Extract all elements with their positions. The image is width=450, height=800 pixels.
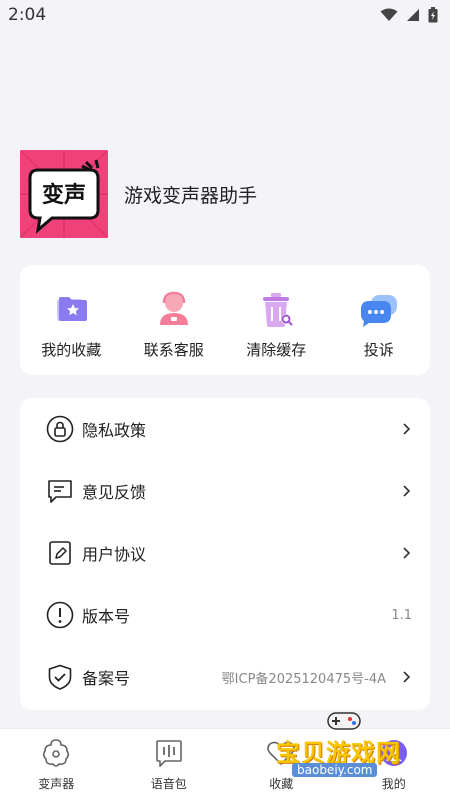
logo-text: 变声	[42, 182, 86, 208]
chevron-right-icon	[403, 423, 411, 435]
tab-voice-changer[interactable]: 变声器	[0, 737, 112, 792]
clear-cache-icon	[263, 293, 293, 327]
voice-pack-icon	[155, 740, 182, 767]
favorites-folder-icon	[57, 297, 88, 321]
menu-item-label: 用户协议	[82, 545, 147, 564]
menu-item-version: 版本号 1.1	[20, 584, 430, 646]
app-profile: 变声 游戏变声器助手	[20, 150, 430, 238]
wifi-icon	[380, 8, 398, 21]
menu-item-privacy-policy[interactable]: 隐私政策	[20, 398, 430, 460]
chevron-right-icon	[403, 485, 411, 497]
agreement-icon	[49, 541, 71, 565]
tab-label: 我的	[381, 777, 406, 791]
menu-item-label: 意见反馈	[82, 483, 147, 502]
status-icons	[380, 7, 438, 23]
tab-mine[interactable]: 我的	[338, 737, 450, 792]
quick-action-label: 投诉	[363, 341, 394, 359]
customer-service-icon	[159, 291, 188, 325]
voice-changer-icon	[43, 739, 70, 767]
menu-item-label: 备案号	[82, 669, 131, 688]
quick-action-label: 清除缓存	[246, 341, 307, 359]
version-value: 1.1	[391, 607, 412, 623]
chevron-right-icon	[403, 547, 411, 559]
tab-label: 收藏	[269, 777, 294, 791]
battery-icon	[428, 7, 438, 23]
shield-check-icon	[48, 664, 72, 690]
signal-icon	[407, 9, 419, 21]
app-logo: 变声	[20, 150, 108, 238]
menu-item-label: 版本号	[82, 607, 131, 626]
app-name: 游戏变声器助手	[124, 184, 258, 207]
info-icon	[46, 601, 74, 629]
menu-item-feedback[interactable]: 意见反馈	[20, 460, 430, 522]
quick-action-label: 我的收藏	[41, 341, 102, 359]
feedback-icon	[48, 480, 72, 503]
tab-label: 语音包	[150, 777, 187, 791]
quick-action-label: 联系客服	[143, 341, 204, 359]
settings-list: 隐私政策 意见反馈 用户协议 版本号 1.1 备案号 鄂ICP备20251204…	[20, 398, 430, 710]
quick-actions-card: 我的收藏 联系客服 清除缓存 投诉	[20, 265, 430, 375]
quick-action-favorites[interactable]: 我的收藏	[23, 287, 119, 360]
complaint-chat-icon	[360, 295, 397, 327]
heart-icon	[267, 741, 296, 765]
status-time: 2:04	[8, 5, 47, 25]
tab-voice-pack[interactable]: 语音包	[113, 737, 225, 792]
tab-favorites[interactable]: 收藏	[225, 737, 337, 792]
profile-icon	[380, 740, 407, 766]
quick-action-clear-cache[interactable]: 清除缓存	[228, 287, 324, 360]
bottom-tab-bar: 变声器 语音包 收藏 我的	[0, 728, 450, 800]
menu-item-icp-record[interactable]: 备案号 鄂ICP备2025120475号-4A	[20, 646, 430, 708]
lock-icon	[46, 415, 74, 443]
status-bar: 2:04	[0, 0, 450, 30]
logo-graphic: 变声	[20, 150, 108, 238]
chevron-right-icon	[403, 671, 411, 683]
icp-record-value: 鄂ICP备2025120475号-4A	[221, 671, 386, 687]
quick-action-complaint[interactable]: 投诉	[331, 287, 427, 360]
menu-item-label: 隐私政策	[82, 421, 147, 440]
tab-label: 变声器	[38, 777, 75, 791]
quick-action-customer-service[interactable]: 联系客服	[126, 287, 222, 360]
menu-item-user-agreement[interactable]: 用户协议	[20, 522, 430, 584]
